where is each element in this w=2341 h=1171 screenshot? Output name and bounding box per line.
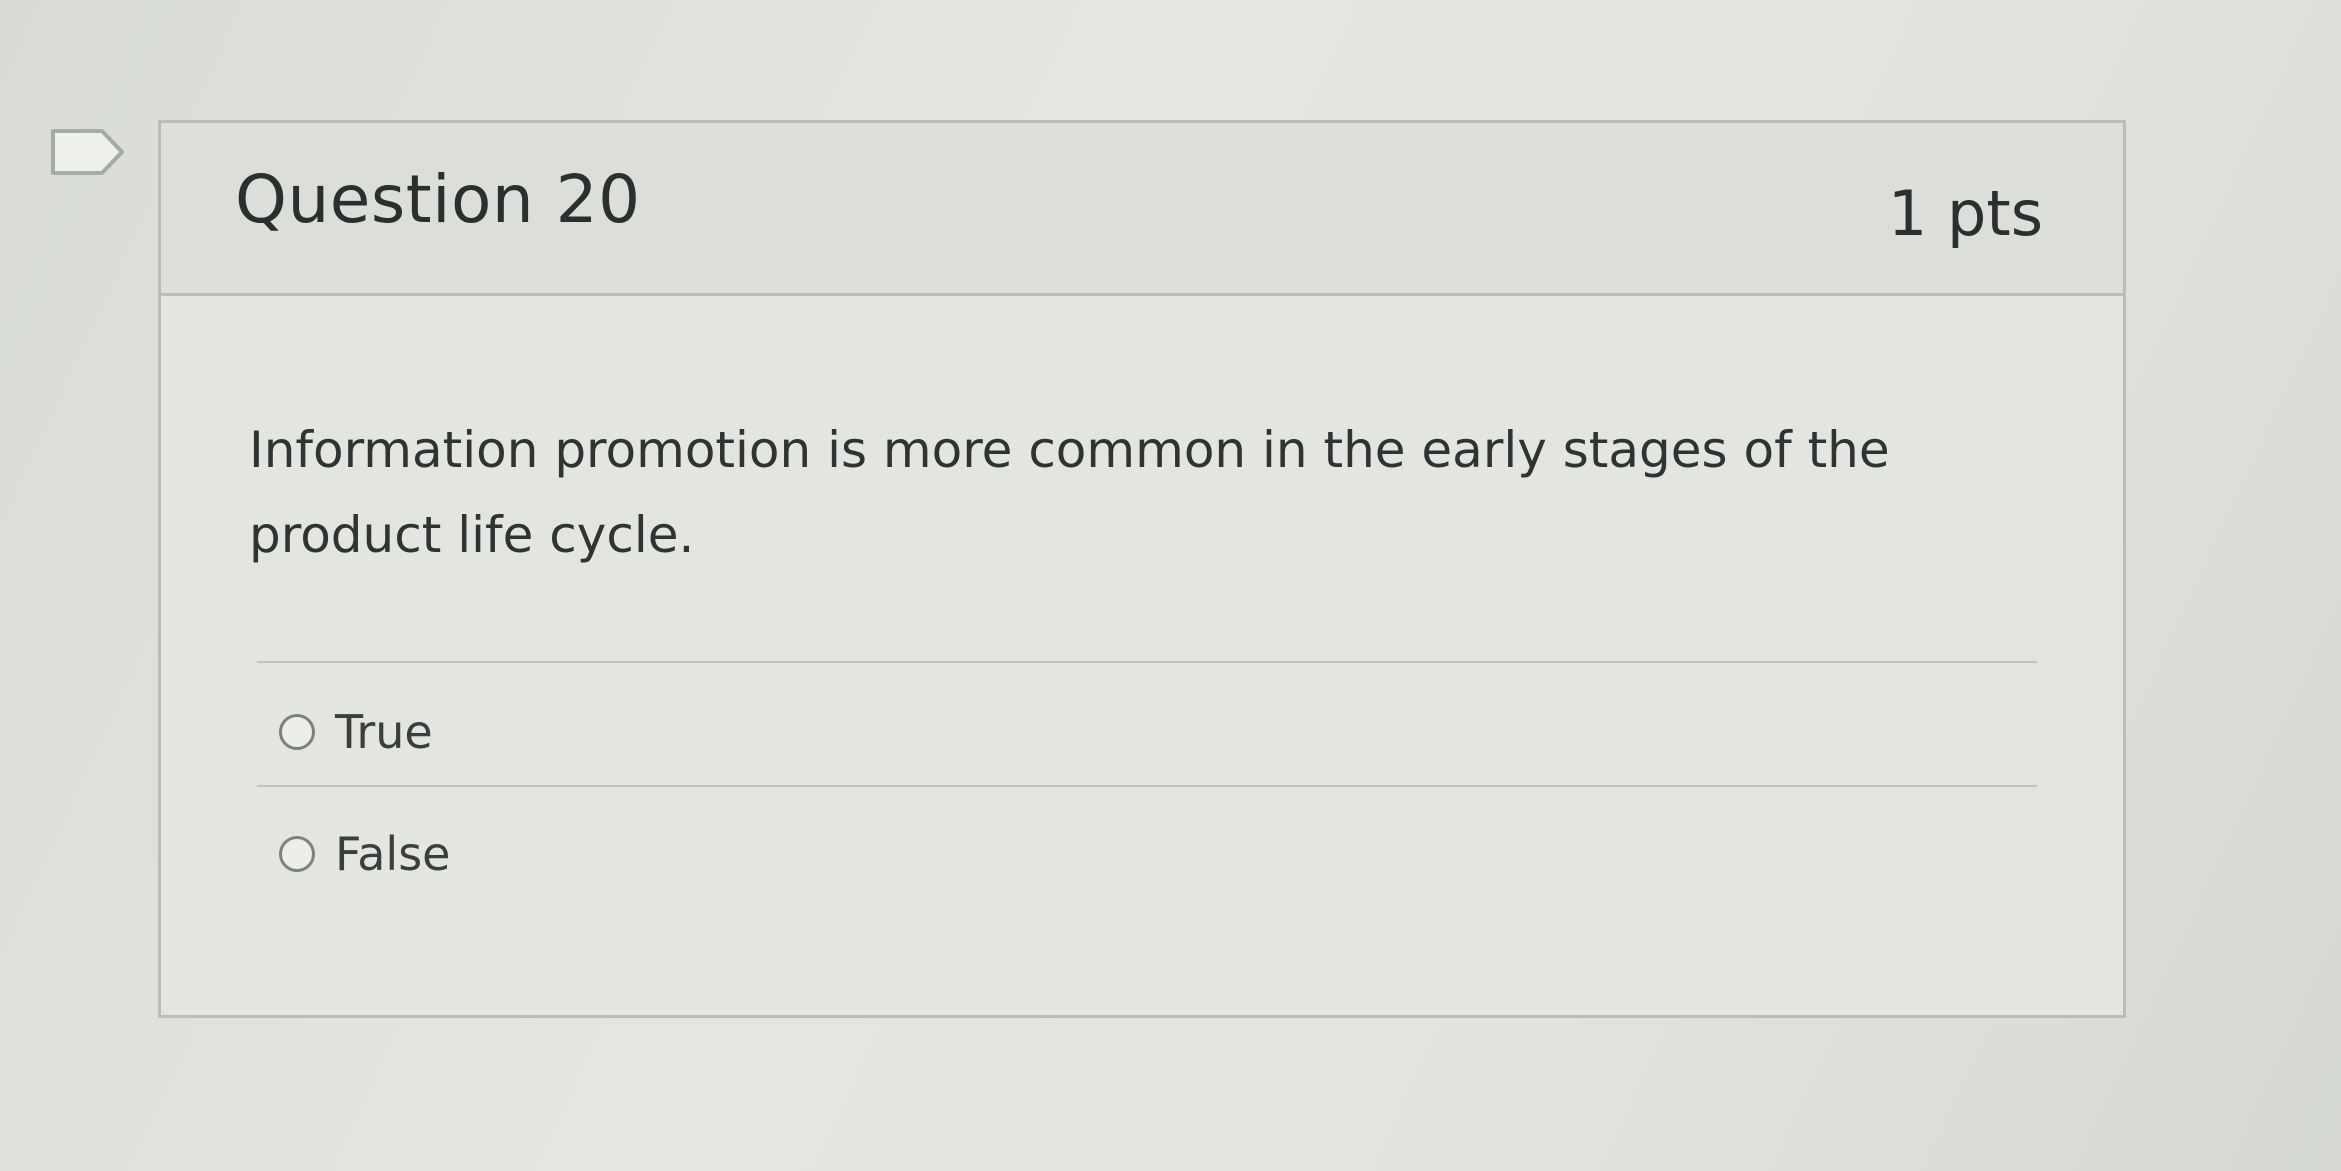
answer-option-false[interactable]: False xyxy=(279,827,450,881)
question-card: Question 20 1 pts Information promotion … xyxy=(158,120,2126,1018)
question-header: Question 20 1 pts xyxy=(161,123,2123,296)
radio-button-icon[interactable] xyxy=(279,836,315,872)
answer-option-true[interactable]: True xyxy=(279,705,433,759)
question-points: 1 pts xyxy=(1887,177,2043,250)
answer-divider xyxy=(257,785,2037,787)
answer-label-true[interactable]: True xyxy=(335,705,433,759)
answer-divider xyxy=(257,661,2037,663)
answer-label-false[interactable]: False xyxy=(335,827,450,881)
flag-question-icon[interactable] xyxy=(50,128,126,176)
question-title: Question 20 xyxy=(235,161,641,238)
question-text: Information promotion is more common in … xyxy=(249,421,1890,564)
radio-button-icon[interactable] xyxy=(279,714,315,750)
